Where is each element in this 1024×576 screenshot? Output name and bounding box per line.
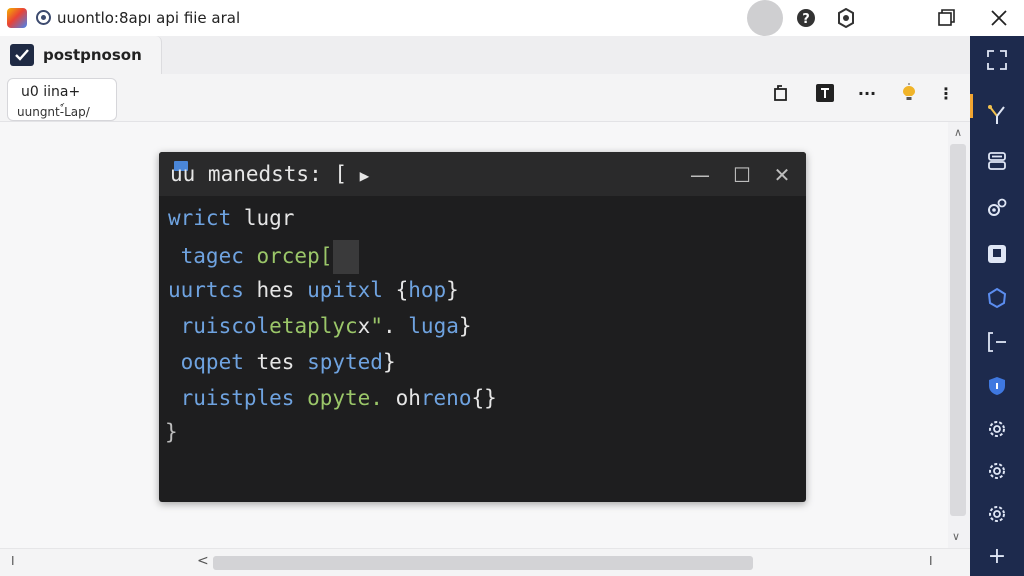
code-token: tes (243, 350, 308, 374)
terminal-line: ruiscoletaplycx". luga} (168, 312, 472, 340)
code-token: reno (420, 386, 472, 410)
gear-icon[interactable] (985, 459, 1009, 483)
scroll-up-icon[interactable]: ∧ (954, 126, 962, 139)
vertical-scroll-thumb[interactable] (950, 144, 966, 516)
minimize-button[interactable]: — (688, 163, 712, 187)
code-token: {} (471, 386, 497, 410)
settings-group-icon[interactable] (985, 196, 1009, 220)
close-icon[interactable] (987, 6, 1011, 30)
gear-icon[interactable] (985, 417, 1009, 441)
right-sidebar: + (970, 36, 1024, 576)
horizontal-scrollbar[interactable]: I < I (0, 548, 970, 576)
code-token: wrict (168, 206, 232, 230)
code-token: } (458, 314, 472, 338)
terminal-window[interactable]: uu manedsts: [ ▶ — ☐ ✕ wrict lugr tagec … (159, 152, 806, 502)
text-cursor (333, 240, 360, 274)
code-token: hop (408, 278, 447, 302)
tab-label: postpnoson (43, 46, 142, 64)
window-title: uuontlo:8apı api fiie aral (57, 9, 241, 27)
scroll-down-icon[interactable]: ∨ (952, 530, 960, 543)
vertical-scrollbar[interactable]: ∧ ∨ (948, 122, 970, 548)
info-card-title: u0 iina+ (21, 84, 81, 100)
sidebar-active-indicator (970, 94, 973, 118)
save-icon[interactable] (985, 242, 1009, 266)
svg-text:?: ? (802, 12, 810, 27)
terminal-line: } (165, 418, 178, 446)
code-token: upitxl (307, 278, 383, 302)
code-token: tagec (168, 244, 244, 268)
help-icon[interactable]: ? (794, 6, 818, 30)
toolbar: u0 iina+ uungnt-์Lap/ ··· ⋮ (0, 74, 970, 122)
terminal-line: ruistples opyte. ohreno{} (168, 384, 497, 412)
terminal-body[interactable]: wrict lugr tagec orcep[uurtcs hes upitxl… (159, 196, 806, 502)
code-token: hes (243, 278, 308, 302)
code-token: ruiscol (168, 314, 270, 338)
database-icon[interactable] (985, 149, 1009, 173)
copy-icon[interactable] (771, 82, 793, 104)
add-icon[interactable]: + (985, 544, 1009, 569)
tab-strip: postpnoson (0, 36, 970, 74)
expand-icon[interactable] (985, 48, 1009, 72)
terminal-icon[interactable] (814, 82, 836, 104)
terminal-line: tagec orcep[ (168, 240, 360, 274)
split-icon[interactable] (985, 330, 1009, 354)
code-token: . (382, 314, 396, 338)
code-token: oh (382, 386, 421, 410)
code-token: ruistples (168, 386, 295, 410)
gear-icon[interactable] (35, 9, 52, 26)
code-token: } (165, 420, 178, 444)
code-token: oqpet (168, 350, 244, 374)
app-logo-icon (7, 8, 27, 28)
code-token: } (446, 278, 459, 302)
code-token: orcep[ (243, 244, 333, 268)
code-token: etaplyc (269, 314, 358, 338)
title-bar: uuontlo:8apı api fiie aral ? (0, 0, 1024, 36)
restore-icon[interactable] (934, 6, 958, 30)
terminal-header[interactable]: uu manedsts: [ ▶ — ☐ ✕ (159, 152, 806, 196)
right-marker: I (929, 554, 933, 568)
code-token: { (382, 278, 409, 302)
info-card[interactable]: u0 iina+ uungnt-์Lap/ (7, 78, 117, 121)
terminal-line: wrict lugr (168, 204, 294, 232)
more-vertical-icon[interactable]: ⋮ (935, 82, 957, 104)
maximize-button[interactable]: ☐ (730, 163, 754, 187)
code-token: uurtcs (168, 278, 244, 302)
code-token: lugr (231, 206, 295, 230)
code-token: luga (395, 314, 459, 338)
gear-icon[interactable] (985, 502, 1009, 526)
more-horizontal-icon[interactable]: ··· (856, 82, 878, 104)
terminal-close-button[interactable]: ✕ (770, 163, 794, 187)
left-marker: I (11, 554, 15, 568)
terminal-line: oqpet tes spyted} (168, 348, 396, 376)
user-avatar[interactable] (747, 0, 783, 36)
puzzle-icon[interactable] (985, 286, 1009, 310)
code-token: x (357, 314, 371, 338)
terminal-title: uu manedsts: [ ▶ (170, 162, 370, 186)
code-token: spyted (307, 350, 383, 374)
branch-icon[interactable] (985, 103, 1009, 127)
check-icon (10, 44, 34, 66)
code-token: } (382, 350, 396, 374)
settings-icon[interactable] (834, 6, 858, 30)
play-icon[interactable]: ▶ (360, 166, 370, 185)
code-token: " (370, 314, 383, 338)
info-card-subtitle: uungnt-์Lap/ (17, 105, 90, 119)
scroll-left-icon[interactable]: < (197, 553, 209, 569)
terminal-line: uurtcs hes upitxl {hop} (168, 276, 459, 304)
shield-icon[interactable] (985, 374, 1009, 398)
bulb-icon[interactable] (898, 82, 920, 104)
horizontal-scroll-thumb[interactable] (213, 556, 753, 570)
code-token: opyte. (294, 386, 383, 410)
tab-postpnoson[interactable]: postpnoson (0, 36, 162, 74)
